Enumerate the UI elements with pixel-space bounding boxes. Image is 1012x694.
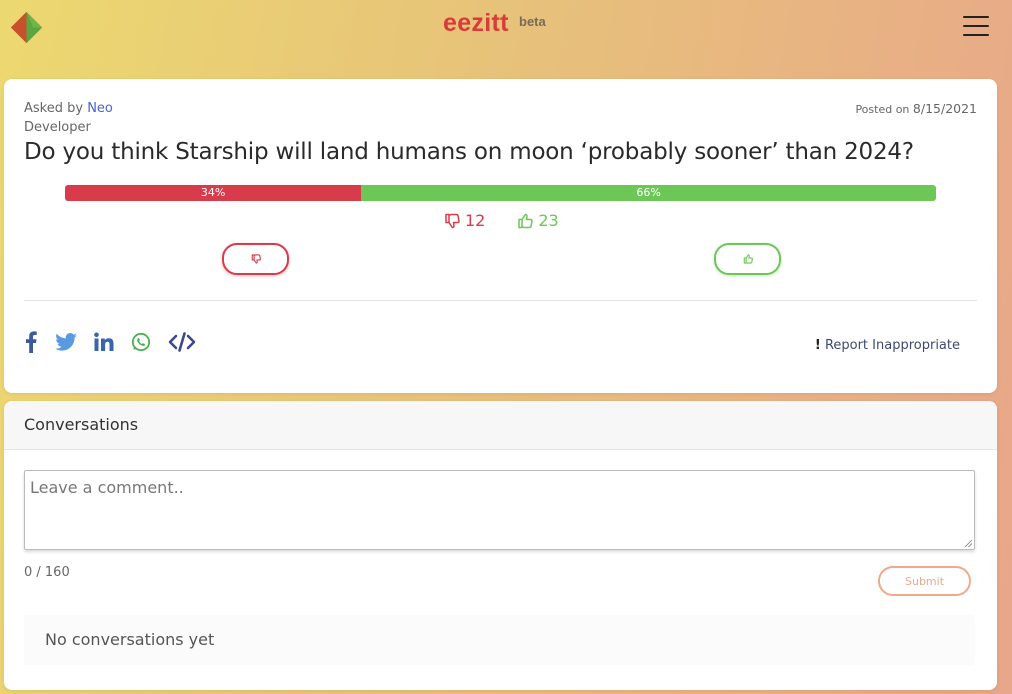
poll-result-bar: 34% 66% [65, 185, 936, 201]
diamond-logo-icon[interactable] [11, 12, 42, 43]
linkedin-icon[interactable] [94, 332, 114, 352]
submit-button[interactable]: Submit [878, 566, 971, 596]
asked-by: Asked by Neo [24, 101, 113, 116]
conversations-header: Conversations [4, 401, 997, 450]
exclamation-icon: ! [814, 338, 821, 353]
share-bar [24, 331, 213, 353]
twitter-icon[interactable] [55, 333, 77, 351]
like-count: 23 [517, 211, 559, 230]
posted-date: Posted on 8/15/2021 [855, 101, 977, 116]
conversations-card: Conversations Leave a comment.. 0 / 160 … [4, 401, 997, 690]
thumbs-down-icon [251, 254, 261, 264]
posted-label: Posted on [855, 103, 910, 116]
question-title: Do you think Starship will land humans o… [24, 139, 914, 165]
vote-no-button[interactable] [222, 243, 289, 275]
author-role: Developer [24, 120, 91, 135]
brand[interactable]: eezitt beta [443, 9, 546, 38]
whatsapp-icon[interactable] [131, 332, 151, 352]
dislike-count: 12 [444, 211, 485, 230]
like-count-value: 23 [538, 211, 559, 230]
thumbs-down-icon [445, 213, 460, 228]
thumbs-up-icon [518, 213, 534, 228]
posted-date-value: 8/15/2021 [912, 101, 977, 116]
vote-yes-button[interactable] [714, 243, 781, 275]
char-counter: 0 / 160 [24, 565, 70, 580]
poll-yes-segment: 66% [361, 185, 936, 201]
facebook-icon[interactable] [24, 331, 38, 353]
question-card: Asked by Neo Developer Posted on 8/15/20… [4, 79, 997, 393]
divider [24, 300, 977, 301]
beta-tag: beta [519, 14, 546, 29]
resize-handle-icon[interactable] [965, 540, 972, 547]
asked-by-label: Asked by [24, 101, 84, 116]
conversations-title: Conversations [24, 415, 139, 434]
vote-counts: 12 23 [444, 211, 559, 230]
hamburger-menu-icon[interactable] [963, 16, 989, 36]
report-label: Report Inappropriate [824, 338, 960, 353]
empty-state: No conversations yet [24, 615, 975, 665]
poll-no-segment: 34% [65, 185, 362, 201]
comment-textarea[interactable]: Leave a comment.. [24, 470, 975, 550]
embed-code-icon[interactable] [168, 332, 196, 352]
top-bar: eezitt beta [0, 0, 1012, 54]
brand-name: eezitt [443, 9, 509, 37]
thumbs-up-icon [743, 254, 753, 264]
report-inappropriate-link[interactable]: ! Report Inappropriate [815, 338, 960, 353]
comment-placeholder: Leave a comment.. [30, 478, 184, 497]
author-link[interactable]: Neo [87, 101, 113, 116]
empty-state-text: No conversations yet [45, 630, 215, 649]
dislike-count-value: 12 [465, 211, 486, 230]
